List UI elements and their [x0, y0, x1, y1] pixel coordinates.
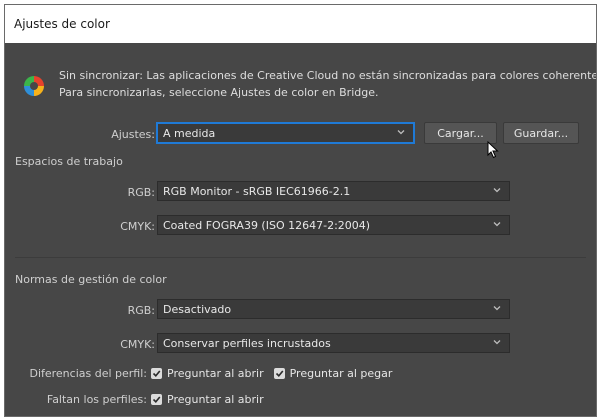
working-cmyk-dropdown[interactable]: Coated FOGRA39 (ISO 12647-2:2004) — [157, 215, 510, 235]
policy-cmyk-dropdown[interactable]: Conservar perfiles incrustados — [157, 333, 510, 353]
title-bar: Ajustes de color — [5, 5, 596, 43]
sync-notice-line-1: Sin sincronizar: Las aplicaciones de Cre… — [59, 69, 597, 82]
checkmark-icon — [275, 370, 284, 377]
policy-rgb-value: Desactivado — [163, 302, 232, 316]
mouse-cursor-icon — [487, 141, 499, 159]
settings-value: A medida — [163, 126, 216, 140]
missing-open-checkbox[interactable] — [151, 394, 162, 405]
policy-cmyk-label: CMYK: — [120, 338, 155, 351]
mismatch-open-checkbox[interactable] — [151, 368, 162, 379]
sync-notice-line-2: Para sincronizarlas, seleccione Ajustes … — [59, 86, 379, 99]
section-divider — [15, 257, 586, 258]
missing-open-label: Preguntar al abrir — [167, 393, 264, 406]
working-rgb-value: RGB Monitor - sRGB IEC61966-2.1 — [163, 184, 351, 198]
working-cmyk-label: CMYK: — [120, 220, 155, 233]
color-settings-dialog: Ajustes de color Sin sincronizar: Las ap… — [4, 4, 597, 417]
settings-label: Ajustes: — [111, 128, 155, 141]
mismatch-open-label: Preguntar al abrir — [167, 367, 264, 380]
save-button[interactable]: Guardar... — [503, 122, 579, 144]
working-rgb-dropdown[interactable]: RGB Monitor - sRGB IEC61966-2.1 — [157, 181, 510, 201]
policy-cmyk-value: Conservar perfiles incrustados — [163, 336, 331, 350]
creative-cloud-sync-icon — [24, 76, 44, 96]
policy-rgb-label: RGB: — [127, 304, 155, 317]
mismatch-paste-checkbox[interactable] — [273, 368, 285, 379]
working-spaces-title: Espacios de trabajo — [15, 155, 123, 168]
checkmark-icon — [152, 370, 161, 377]
working-rgb-label: RGB: — [127, 186, 155, 199]
chevron-down-icon — [493, 188, 501, 193]
color-policies-title: Normas de gestión de color — [15, 273, 167, 286]
missing-profiles-label: Faltan los perfiles: — [46, 393, 147, 406]
dialog-title: Ajustes de color — [14, 17, 110, 31]
chevron-down-icon — [493, 222, 501, 227]
profile-mismatch-label: Diferencias del perfil: — [29, 367, 147, 380]
chevron-down-icon — [493, 340, 501, 345]
working-cmyk-value: Coated FOGRA39 (ISO 12647-2:2004) — [163, 218, 371, 232]
missing-profiles-options: Preguntar al abrir — [151, 393, 274, 406]
settings-dropdown[interactable]: A medida — [157, 123, 414, 143]
mismatch-paste-label: Preguntar al pegar — [289, 367, 393, 380]
profile-mismatch-options: Preguntar al abrir Preguntar al pegar — [151, 367, 402, 380]
checkmark-icon — [152, 396, 161, 403]
policy-rgb-dropdown[interactable]: Desactivado — [157, 299, 510, 319]
chevron-down-icon — [397, 130, 405, 135]
sync-notice: Sin sincronizar: Las aplicaciones de Cre… — [59, 67, 597, 101]
chevron-down-icon — [493, 306, 501, 311]
